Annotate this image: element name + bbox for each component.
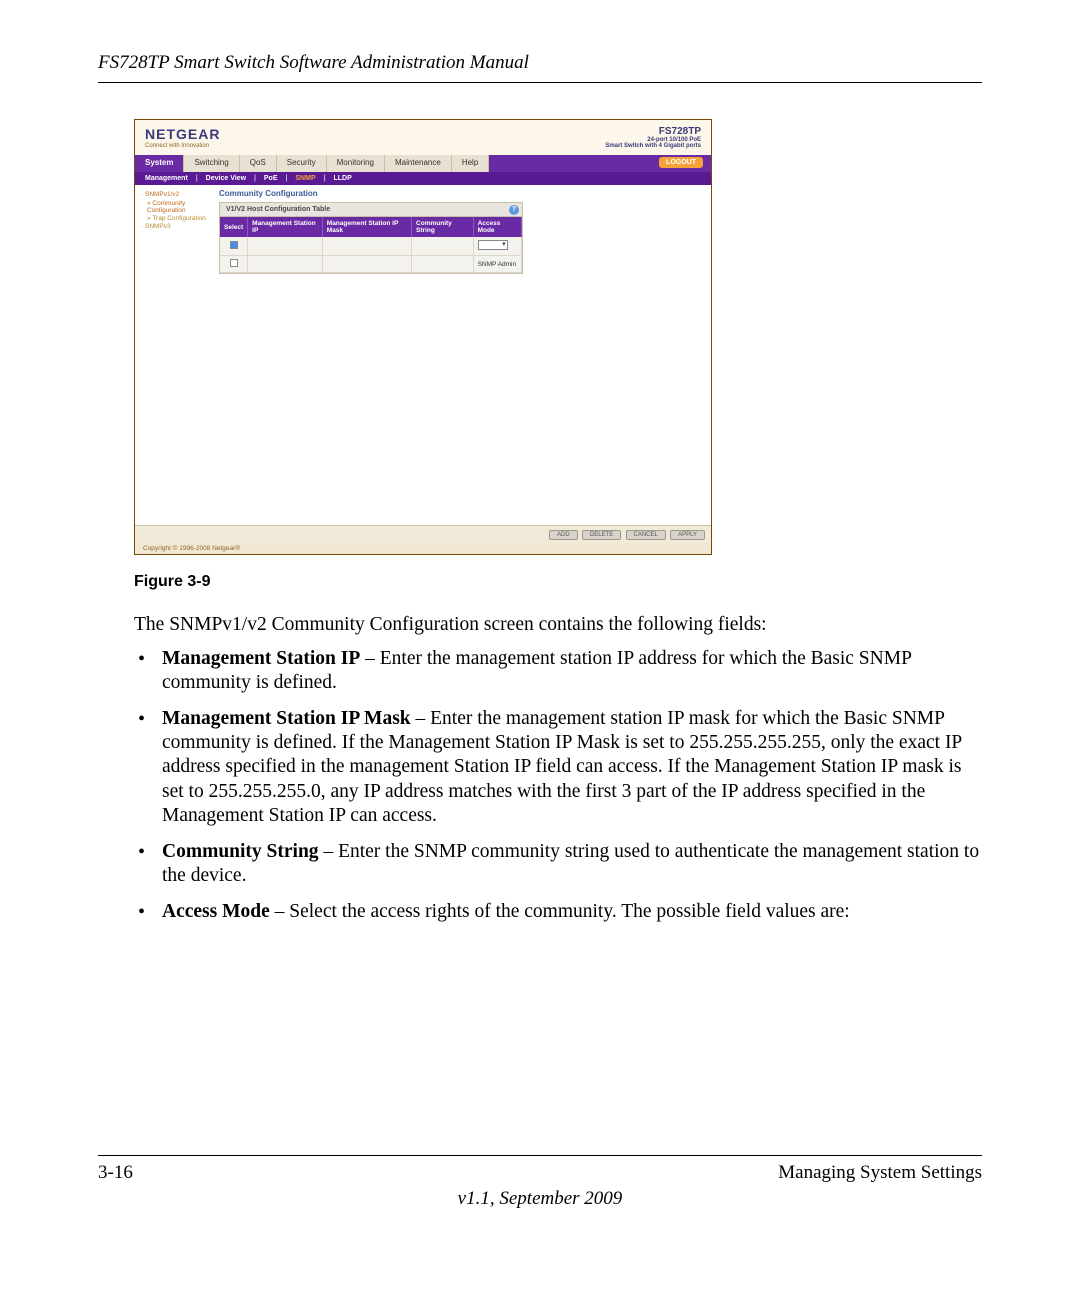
- sub-tabs-row: Management | Device View | PoE | SNMP | …: [135, 172, 711, 185]
- field-list: Management Station IP – Enter the manage…: [134, 647, 982, 925]
- action-footer: ADD DELETE CANCEL APPLY: [135, 525, 711, 543]
- panel-title: Community Configuration: [219, 189, 705, 198]
- running-header: FS728TP Smart Switch Software Administra…: [98, 52, 982, 83]
- tab-maintenance[interactable]: Maintenance: [385, 155, 452, 172]
- row2-community-string[interactable]: [412, 256, 474, 273]
- panel-heading: V1/V2 Host Configuration Table ?: [220, 203, 522, 217]
- list-item: Management Station IP – Enter the manage…: [134, 647, 982, 695]
- apply-button[interactable]: APPLY: [670, 530, 705, 540]
- nav-snmpv1v2[interactable]: · SNMPv1/v2: [141, 191, 213, 198]
- col-mgmt-ip: Management Station IP: [248, 217, 323, 237]
- delete-button[interactable]: DELETE: [582, 530, 621, 540]
- subtab-poe[interactable]: PoE: [264, 175, 278, 182]
- field-term: Management Station IP: [162, 648, 360, 669]
- product-model: FS728TP: [605, 126, 701, 137]
- config-panel: V1/V2 Host Configuration Table ? Select …: [219, 202, 523, 274]
- field-term: Access Mode: [162, 901, 270, 922]
- tab-help[interactable]: Help: [452, 155, 489, 172]
- footer-section: Managing System Settings: [778, 1162, 982, 1184]
- col-mgmt-ip-mask: Management Station IP Mask: [322, 217, 411, 237]
- col-select: Select: [220, 217, 248, 237]
- tab-monitoring[interactable]: Monitoring: [327, 155, 385, 172]
- nav-snmpv3[interactable]: · SNMPv3: [141, 223, 213, 230]
- col-access-mode: Access Mode: [473, 217, 521, 237]
- nav-community-config[interactable]: » Community Configuration: [141, 200, 213, 214]
- cancel-button[interactable]: CANCEL: [626, 530, 666, 540]
- row1-mgmt-ip-mask[interactable]: [322, 237, 411, 256]
- tab-system[interactable]: System: [135, 155, 184, 172]
- row2-mgmt-ip[interactable]: [248, 256, 323, 273]
- tab-qos[interactable]: QoS: [240, 155, 277, 172]
- page-footer: 3-16 Managing System Settings v1.1, Sept…: [98, 1155, 982, 1210]
- list-item: Access Mode – Select the access rights o…: [134, 900, 982, 924]
- side-nav: · SNMPv1/v2 » Community Configuration » …: [135, 185, 213, 525]
- add-button[interactable]: ADD: [549, 530, 578, 540]
- row1-mgmt-ip[interactable]: [248, 237, 323, 256]
- row2-mgmt-ip-mask[interactable]: [322, 256, 411, 273]
- page-number: 3-16: [98, 1162, 133, 1184]
- content-area: Community Configuration V1/V2 Host Confi…: [213, 185, 711, 525]
- figure-screenshot: NETGEAR Connect with Innovation FS728TP …: [134, 119, 712, 555]
- logout-button[interactable]: LOGOUT: [659, 157, 703, 168]
- list-item: Community String – Enter the SNMP commun…: [134, 840, 982, 888]
- table-row: SNMP Admin: [220, 256, 522, 273]
- row1-checkbox[interactable]: [230, 241, 238, 249]
- row2-access-mode: SNMP Admin: [473, 256, 521, 273]
- field-term: Community String: [162, 841, 319, 862]
- brand-bar: NETGEAR Connect with Innovation FS728TP …: [135, 120, 711, 155]
- main-tabs-row: System Switching QoS Security Monitoring…: [135, 155, 711, 172]
- row2-checkbox[interactable]: [230, 259, 238, 267]
- subtab-lldp[interactable]: LLDP: [334, 175, 352, 182]
- col-community-string: Community String: [412, 217, 474, 237]
- intro-paragraph: The SNMPv1/v2 Community Configuration sc…: [134, 613, 982, 637]
- copyright-text: Copyright © 1996-2008 Netgear®: [135, 543, 711, 554]
- footer-version: v1.1, September 2009: [98, 1188, 982, 1210]
- tab-security[interactable]: Security: [277, 155, 327, 172]
- subtab-snmp[interactable]: SNMP: [295, 175, 315, 182]
- row1-community-string[interactable]: [412, 237, 474, 256]
- subtab-management[interactable]: Management: [145, 175, 188, 182]
- brand-logo: NETGEAR: [145, 126, 220, 142]
- product-sub2: Smart Switch with 4 Gigabit ports: [605, 143, 701, 149]
- brand-tagline: Connect with Innovation: [145, 143, 220, 149]
- host-config-table: Select Management Station IP Management …: [220, 217, 522, 273]
- list-item: Management Station IP Mask – Enter the m…: [134, 707, 982, 828]
- nav-trap-config[interactable]: » Trap Configuration: [141, 215, 213, 222]
- figure-caption: Figure 3-9: [134, 573, 982, 591]
- row1-access-mode-select[interactable]: [478, 240, 508, 250]
- field-term: Management Station IP Mask: [162, 708, 411, 729]
- help-icon[interactable]: ?: [509, 205, 519, 215]
- tab-switching[interactable]: Switching: [184, 155, 239, 172]
- field-desc: – Select the access rights of the commun…: [270, 901, 850, 922]
- table-row: [220, 237, 522, 256]
- subtab-device-view[interactable]: Device View: [206, 175, 246, 182]
